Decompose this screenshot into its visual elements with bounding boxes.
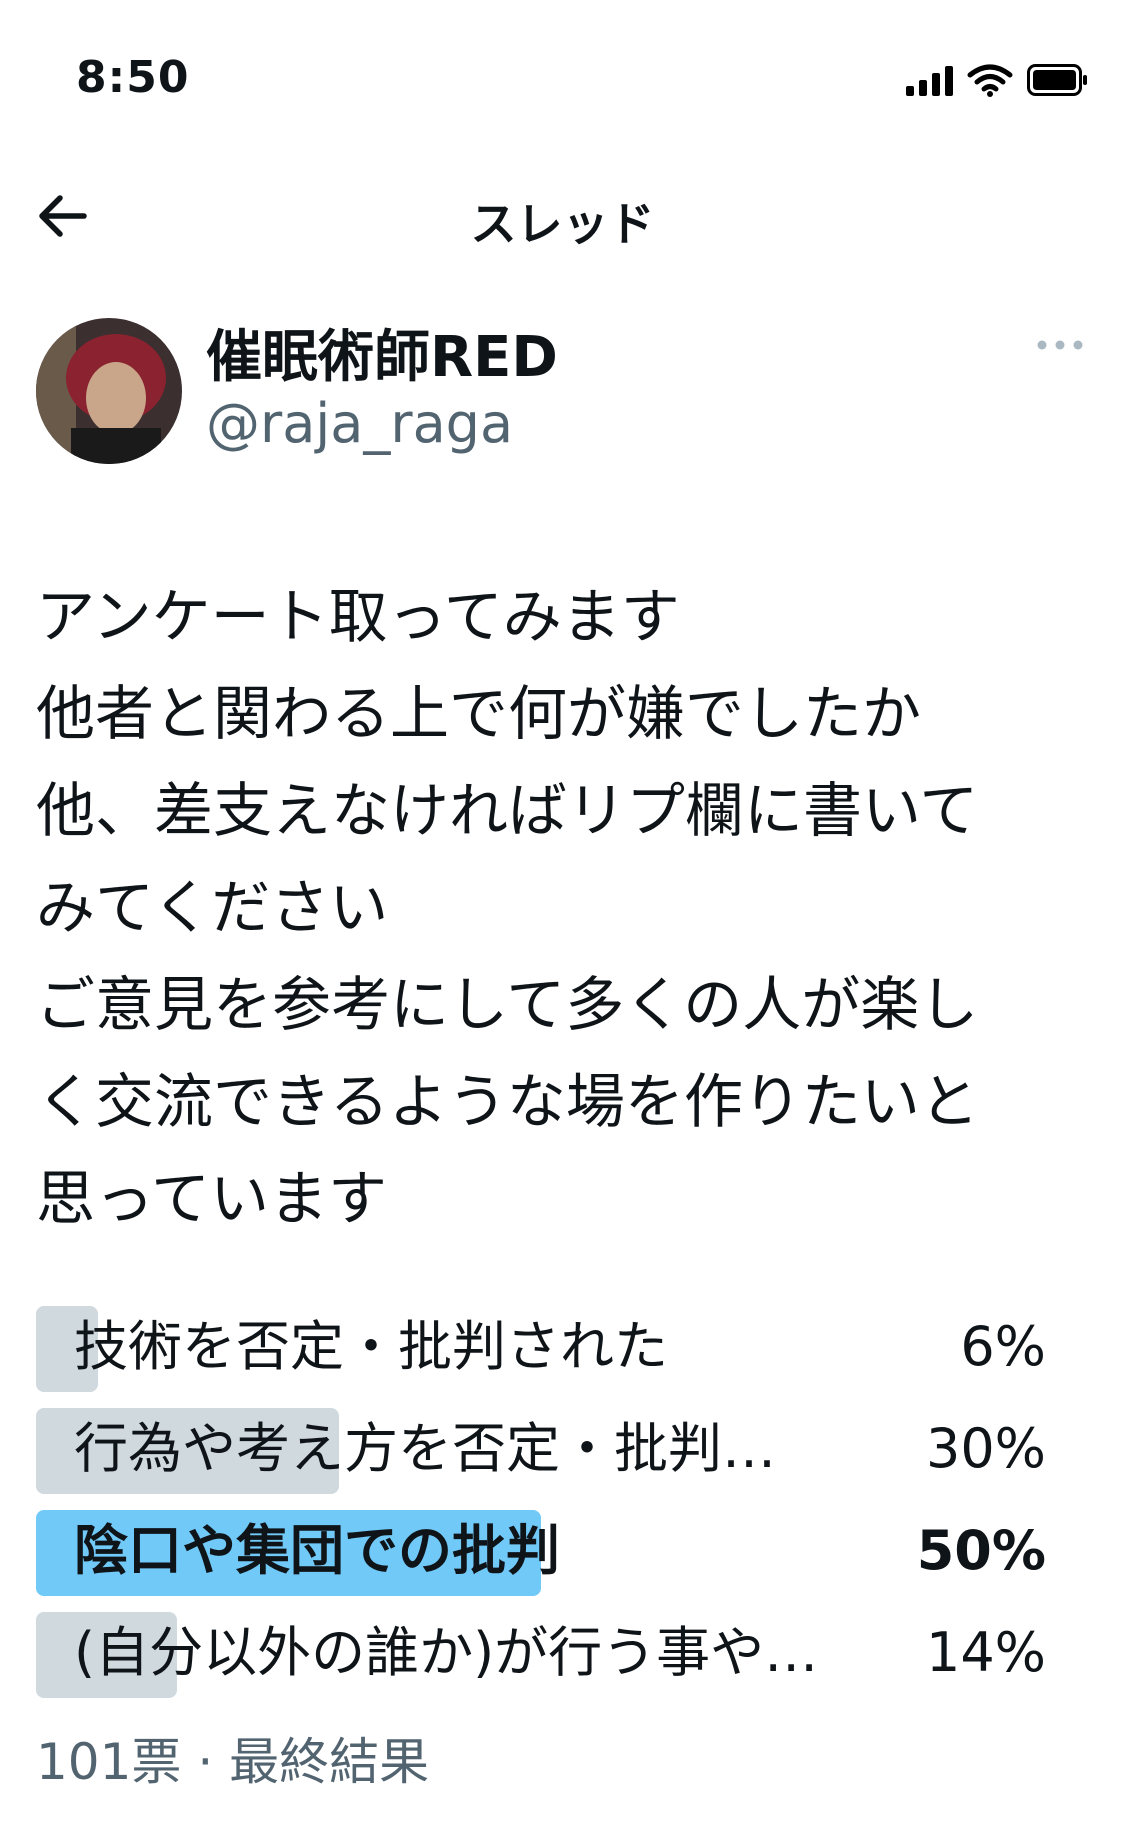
battery-icon [1027,64,1087,96]
poll-option-percent: 14% [925,1621,1046,1684]
poll-option-percent: 30% [925,1417,1046,1480]
screen: 8:50 スレッド 催眠術師RED @raja_raga アンケート取ってみます… [0,0,1125,1840]
author-display-name[interactable]: 催眠術師RED [206,312,558,393]
tweet-line: 思っています [36,1164,388,1233]
avatar[interactable] [36,318,182,464]
tweet-line: く交流できるような場を作りたいと [36,1067,979,1136]
poll-option: (自分以外の誰か)が行う事や… 14% [36,1608,1046,1698]
tweet-line: みてください [36,873,389,942]
poll-option-label: 行為や考え方を否定・批判… [74,1417,776,1480]
poll-option: 陰口や集団での批判 50% [36,1506,1046,1596]
poll-option-percent: 50% [916,1519,1046,1582]
page-title: スレッド [470,197,655,251]
poll-option-percent: 6% [960,1315,1046,1378]
tweet-line: アンケート取ってみます [36,582,680,651]
poll-option: 技術を否定・批判された 6% [36,1302,1046,1392]
tweet-line: 他、差支えなければリプ欄に書いて [36,776,979,845]
poll-option-label: 技術を否定・批判された [74,1315,668,1378]
wifi-icon [967,64,1013,97]
tweet-line: ご意見を参考にして多くの人が楽し [36,970,979,1039]
status-time: 8:50 [76,52,190,103]
tweet-line: 他者と関わる上で何が嫌でしたか [36,679,922,748]
poll-option: 行為や考え方を否定・批判… 30% [36,1404,1046,1494]
poll-meta: 101票 · 最終結果 [36,1733,430,1791]
poll-option-label: 陰口や集団での批判 [74,1519,560,1582]
author-handle[interactable]: @raja_raga [206,392,513,455]
poll: 技術を否定・批判された 6% 行為や考え方を否定・批判… 30% 陰口や集団での… [36,1302,1046,1710]
poll-option-label: (自分以外の誰か)が行う事や… [74,1621,819,1684]
status-icons [906,60,1089,100]
tweet-text: アンケート取ってみます 他者と関わる上で何が嫌でしたか 他、差支えなければリプ欄… [36,568,1096,1247]
signal-icon [906,64,953,96]
more-icon[interactable] [1035,330,1085,360]
